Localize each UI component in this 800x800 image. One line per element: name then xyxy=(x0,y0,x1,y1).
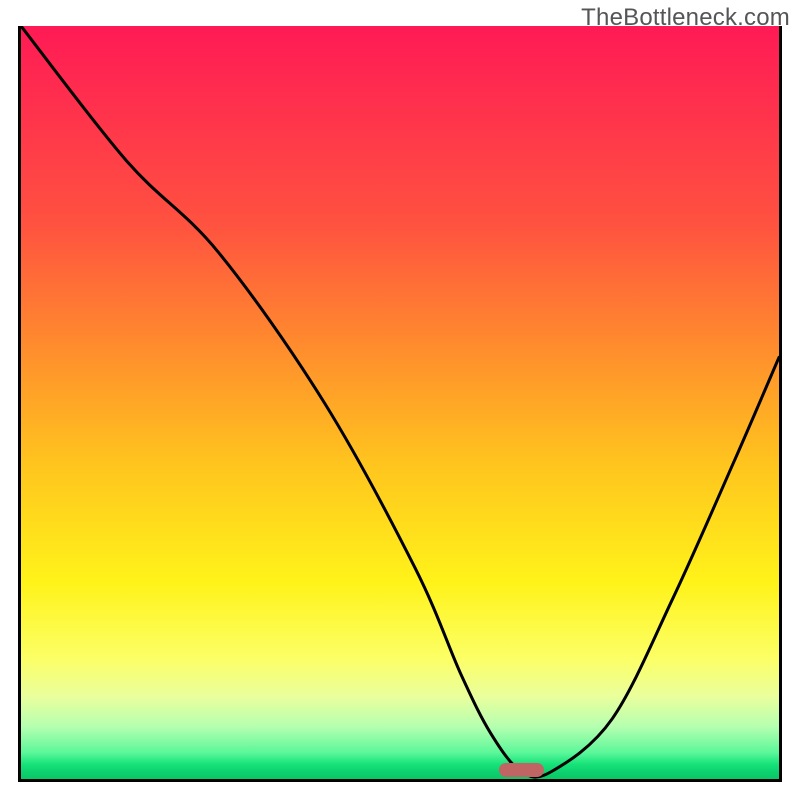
minimum-marker-pill xyxy=(499,763,544,777)
plot-area xyxy=(18,26,782,782)
bottleneck-curve xyxy=(21,26,779,779)
chart-stage: TheBottleneck.com xyxy=(0,0,800,800)
watermark-text: TheBottleneck.com xyxy=(581,4,790,32)
